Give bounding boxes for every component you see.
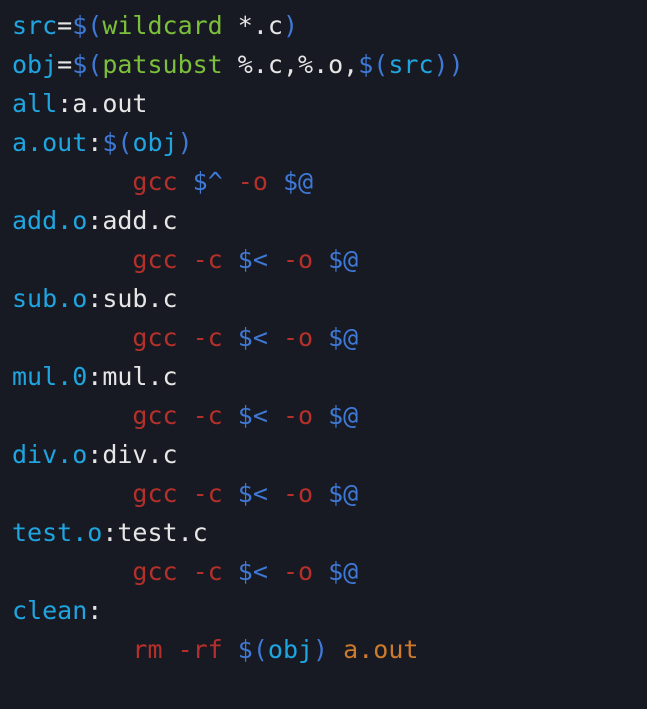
indent [12,557,132,586]
code-token: $@ [328,245,358,274]
code-token: src [388,50,433,79]
code-line: gcc -c $< -o $@ [12,245,358,274]
code-line: all:a.out [12,89,147,118]
code-token: a.out [12,128,87,157]
code-line: gcc -c $< -o $@ [12,401,358,430]
code-token: patsubst [102,50,237,79]
code-token: $< [238,401,268,430]
code-token: $< [238,479,268,508]
code-token: -o [268,245,328,274]
code-token: ) [313,635,328,664]
code-token: gcc -c [132,245,237,274]
code-line: gcc -c $< -o $@ [12,557,358,586]
code-line: sub.o:sub.c [12,284,178,313]
code-line: obj=$(patsubst %.c,%.o,$(src)) [12,50,464,79]
code-token: $( [238,635,268,664]
code-token: gcc -c [132,323,237,352]
code-token: sub.o [12,284,87,313]
code-token: $( [102,128,132,157]
code-token: gcc -c [132,401,237,430]
code-token: div.o [12,440,87,469]
code-token: obj [132,128,177,157]
code-token: -o [268,557,328,586]
code-line: mul.0:mul.c [12,362,178,391]
code-token: $( [72,50,102,79]
code-token: ) [283,11,298,40]
code-token [328,635,343,664]
code-line: gcc -c $< -o $@ [12,479,358,508]
code-token: : [87,362,102,391]
code-token: ) [178,128,193,157]
code-line: clean: [12,596,102,625]
code-token: , [343,50,358,79]
indent [12,479,132,508]
code-token: rm -rf [132,635,237,664]
code-token: $^ [193,167,223,196]
code-line: test.o:test.c [12,518,208,547]
code-token: test.o [12,518,102,547]
code-line: rm -rf $(obj) a.out [12,635,418,664]
code-token: a.out [343,635,418,664]
code-token: mul.0 [12,362,87,391]
code-token: gcc [132,167,192,196]
indent [12,323,132,352]
code-token: div.c [102,440,177,469]
code-line: gcc -c $< -o $@ [12,323,358,352]
code-token: -o [223,167,283,196]
code-token: $( [72,11,102,40]
code-token: $@ [283,167,313,196]
code-token: gcc -c [132,557,237,586]
code-token: add.o [12,206,87,235]
code-token: ) [434,50,449,79]
code-token: test.c [117,518,207,547]
code-line: src=$(wildcard *.c) [12,11,298,40]
code-token: obj [12,50,57,79]
code-token: : [87,284,102,313]
code-token: obj [268,635,313,664]
code-token: sub.c [102,284,177,313]
code-token: %.o [298,50,343,79]
code-token: wildcard [102,11,237,40]
code-token: $@ [328,323,358,352]
code-token: = [57,11,72,40]
code-token: add.c [102,206,177,235]
code-editor-content[interactable]: src=$(wildcard *.c) obj=$(patsubst %.c,%… [0,0,647,681]
code-line: add.o:add.c [12,206,178,235]
code-token: : [87,128,102,157]
code-token: all [12,89,57,118]
code-token: $@ [328,401,358,430]
code-line: gcc $^ -o $@ [12,167,313,196]
code-line: div.o:div.c [12,440,178,469]
code-token: ) [449,50,464,79]
code-token: : [87,440,102,469]
code-token: src [12,11,57,40]
code-token: : [102,518,117,547]
code-token: $< [238,323,268,352]
code-token: %.c [238,50,283,79]
code-token: $@ [328,557,358,586]
code-token: -o [268,479,328,508]
code-token: clean [12,596,87,625]
code-token: , [283,50,298,79]
code-token: $< [238,557,268,586]
code-token: $< [238,245,268,274]
indent [12,635,132,664]
code-token: *.c [238,11,283,40]
indent [12,401,132,430]
code-token: a.out [72,89,147,118]
code-token: gcc -c [132,479,237,508]
code-token: $@ [328,479,358,508]
code-line: a.out:$(obj) [12,128,193,157]
code-token: mul.c [102,362,177,391]
code-token: $( [358,50,388,79]
code-token: = [57,50,72,79]
indent [12,167,132,196]
indent [12,245,132,274]
code-token: : [57,89,72,118]
code-token: : [87,206,102,235]
code-token: : [87,596,102,625]
code-token: -o [268,401,328,430]
code-token: -o [268,323,328,352]
